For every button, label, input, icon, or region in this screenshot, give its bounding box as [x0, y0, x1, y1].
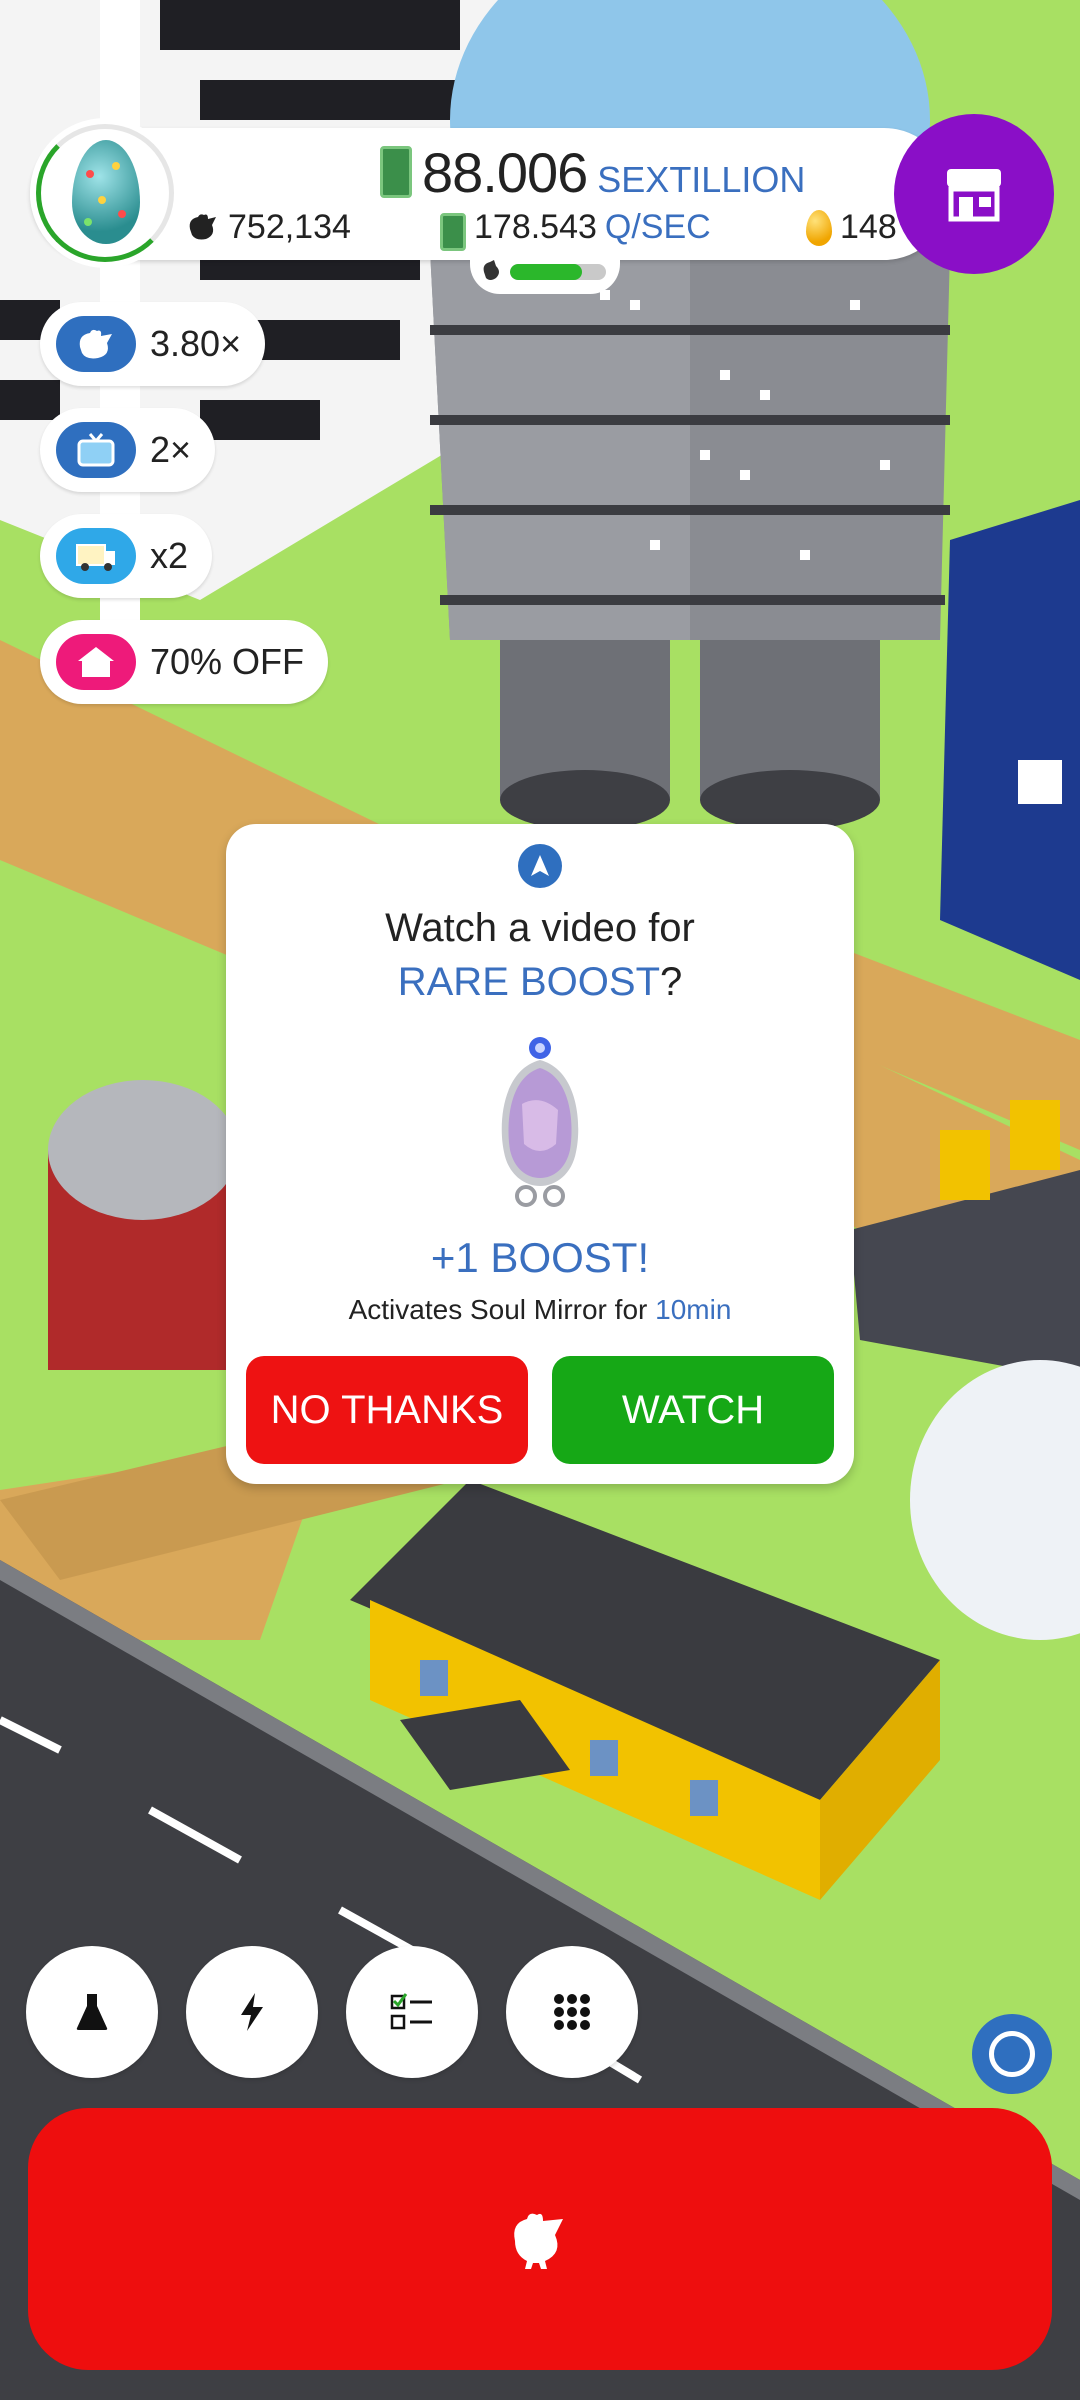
money-value: 88.006	[422, 141, 588, 204]
chicken-icon	[56, 316, 136, 372]
shop-button[interactable]	[894, 114, 1054, 274]
reward-description: Activates Soul Mirror for 10min	[226, 1294, 854, 1326]
boost-lightning-icon	[241, 1993, 263, 2031]
chicken-multiplier-label: 3.80×	[150, 323, 242, 364]
missions-button[interactable]	[346, 1946, 478, 2078]
chicken-silhouette-icon	[483, 260, 499, 280]
habitat-progress-bar	[510, 264, 606, 280]
shop-icon	[947, 169, 1001, 222]
income-rate: 178.543 Q/SEC	[440, 208, 711, 251]
rare-boost-label: RARE BOOST	[397, 960, 660, 1004]
delivery-boost-label: x2	[150, 535, 189, 576]
video-truck-icon	[56, 528, 136, 584]
chicken-icon	[189, 213, 216, 239]
chicken-multiplier-button[interactable]: 3.80×	[40, 302, 266, 386]
menu-grid-icon	[554, 1994, 590, 2030]
record-circle-icon	[989, 2031, 1035, 2077]
chicken-count-value: 752,134	[228, 208, 351, 246]
boosts-button[interactable]	[186, 1946, 318, 2078]
reward-text: +1 BOOST!	[430, 1234, 650, 1281]
habitat-sale-button[interactable]: 70% OFF	[40, 620, 329, 704]
dialog-subtitle: RARE BOOST?	[226, 960, 854, 1005]
chicken-count: 752,134	[186, 208, 351, 247]
checklist-icon	[390, 1993, 432, 2030]
money-display: 88.006 SEXTILLION	[380, 140, 805, 205]
rare-boost-dialog: Watch a video for RARE BOOST? +1 BOOST! …	[226, 824, 854, 1484]
habitat-progress-fill	[510, 264, 582, 280]
no-thanks-button[interactable]: NO THANKS	[246, 1356, 528, 1464]
hatch-chicken-button[interactable]	[28, 2108, 1052, 2370]
money-unit: SEXTILLION	[597, 159, 806, 200]
cash-icon	[380, 146, 412, 198]
dialog-title: Watch a video for	[385, 906, 695, 950]
ad-info-icon	[518, 844, 562, 888]
chicken-icon	[514, 2213, 563, 2269]
research-flask-icon	[76, 1994, 108, 2030]
subtitle-suffix: ?	[660, 960, 683, 1004]
menu-button[interactable]	[506, 1946, 638, 2078]
description-prefix: Activates Soul Mirror for	[348, 1294, 656, 1325]
boost-duration: 10min	[655, 1294, 732, 1325]
income-unit: Q/SEC	[604, 208, 711, 246]
golden-egg-value: 148	[840, 208, 897, 246]
delivery-boost-button[interactable]: x2	[40, 514, 213, 598]
cash-icon	[440, 212, 466, 251]
video-doubler-label: 2×	[150, 429, 192, 470]
watch-button[interactable]: WATCH	[552, 1356, 834, 1464]
golden-egg-count: 148	[806, 208, 897, 247]
tv-icon	[56, 422, 136, 478]
habitat-capacity	[470, 250, 620, 294]
current-egg-button[interactable]	[30, 118, 180, 268]
house-icon	[56, 634, 136, 690]
soul-mirror-icon	[501, 1037, 579, 1207]
golden-egg-icon	[806, 209, 832, 246]
income-value: 178.543	[474, 208, 597, 246]
screen-record-button[interactable]	[972, 2014, 1052, 2094]
habitat-sale-label: 70% OFF	[150, 641, 305, 682]
video-doubler-button[interactable]: 2×	[40, 408, 216, 492]
research-button[interactable]	[26, 1946, 158, 2078]
